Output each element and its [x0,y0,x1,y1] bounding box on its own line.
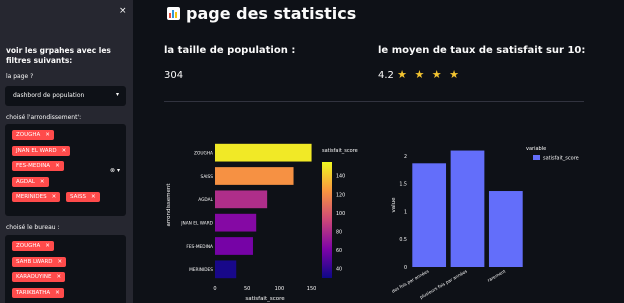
bar-chart-icon [167,7,180,20]
colorbar-tick-label: 40 [336,267,342,273]
colorbar-tick-label: 120 [336,192,345,198]
remove-icon[interactable]: ✕ [58,259,63,265]
remove-icon[interactable]: ✕ [45,243,50,249]
x-tick-label: 0 [213,286,216,292]
x-axis-label: satisfait_score [245,296,285,302]
chip-label: SAHB LWARD [16,259,53,265]
chevron-down-icon: ▾ [115,91,119,98]
remove-icon[interactable]: ✕ [91,194,96,200]
chip-arr[interactable]: FES-MEDINA ✕ [12,161,64,171]
chip-label: FES-MEDINA [16,163,51,169]
metric-satisfaction-label: le moyen de taux de satisfait sur 10: [378,45,586,56]
bar [215,260,237,279]
legend-swatch [533,155,540,160]
legend-entry: satisfait_score [543,156,579,162]
colorbar-tick-label: 100 [336,211,345,217]
page-label: la page ? [6,73,34,80]
bar [412,163,447,267]
y-axis-label: arrondissement [166,183,172,227]
x-tick-label: rarement [487,268,508,283]
metric-population-label: la taille de population : [164,45,296,56]
chip-arr[interactable]: MERINIDES ✕ [12,192,61,202]
metric-satisfaction: 4.2 ★ ★ ★ ★ [378,68,461,81]
chip-arr[interactable]: ZOUGHA ✕ [12,130,54,140]
remove-icon[interactable]: ✕ [55,290,60,296]
metric-satisfaction-value: 4.2 [378,70,394,81]
colorbar-tick-label: 60 [336,248,342,254]
x-tick-label: 150 [307,286,317,292]
colorbar-tick-label: 80 [336,229,342,235]
chip-arr[interactable]: JNAN EL WARD ✕ [12,146,71,156]
bar [215,237,253,255]
page-select[interactable]: dashbord de population ▾ [5,86,126,106]
close-icon[interactable]: × [119,6,127,16]
bureau-label: choisé le bureau : [6,224,60,231]
y-axis-label: value [391,197,397,213]
remove-icon[interactable]: ✕ [62,148,67,154]
chip-label: JNAN EL WARD [16,148,57,154]
remove-icon[interactable]: ✕ [45,132,50,138]
chip-label: MERINIDES [16,194,47,200]
chip-label: ZOUGHA [16,132,41,138]
bar [215,213,257,232]
metric-population-value: 304 [164,70,184,81]
satisfaction-by-arrondissement-chart: ZOUGHA SAISS AGDAL JNAN EL WARD FES-MEDINA ME… [166,143,358,302]
x-tick-label: 50 [244,286,250,292]
page-title: page des statistics [167,4,356,23]
y-tick-label: 0 [404,265,407,271]
bureau-multiselect[interactable]: ZOUGHA ✕ SAHB LWARD ✕ KARAOUYINE ✕ TARIKBAT… [5,235,126,303]
colorbar-title: satisfait_score [322,148,358,154]
star-rating-icon: ★ ★ ★ ★ [397,68,462,81]
sidebar: × voir les grpahes avec les filtres suiv… [0,0,133,303]
page-select-value: dashbord de population [13,92,85,99]
chip-arr[interactable]: AGDAL ✕ [12,177,49,187]
bar [215,143,312,162]
remove-icon[interactable]: ✕ [40,179,45,185]
frequency-satisfaction-chart: des fois par annéesplusieurs fois par an… [390,146,579,301]
y-tick-label: FES-MEDINA [186,244,213,250]
x-tick-label: 100 [275,286,285,292]
arrondissement-label: choisé l'arrondissement': [6,114,82,121]
y-tick-label: AGDAL [198,197,213,203]
bar [450,150,485,267]
chip-label: TARIKBATHA [16,290,51,296]
remove-icon[interactable]: ✕ [52,194,57,200]
chip-label: ZOUGHA [16,243,41,249]
page-title-text: page des statistics [186,4,357,23]
legend-title: variable [526,146,546,152]
chip-label: SAISS [70,194,86,200]
y-tick-label: SAISS [201,174,214,180]
chip-bureau[interactable]: ZOUGHA ✕ [12,241,54,251]
chip-label: AGDAL [16,179,35,185]
remove-icon[interactable]: ✕ [55,163,60,169]
chip-arr[interactable]: SAISS ✕ [66,192,100,202]
bar [215,167,294,185]
colorbar [322,162,332,278]
chip-bureau[interactable]: SAHB LWARD ✕ [12,257,67,267]
divider [164,101,584,102]
bar [488,191,523,267]
bar [215,190,268,209]
clear-chevron-icon[interactable]: ⊗ ▾ [110,167,120,174]
chip-bureau[interactable]: TARIKBATHA ✕ [12,288,64,298]
remove-icon[interactable]: ✕ [56,274,61,280]
y-tick-label: 2 [404,154,407,160]
y-tick-label: 1 [404,209,407,215]
y-tick-label: JNAN EL WARD [180,220,213,226]
y-tick-label: MERINIDES [189,267,213,273]
chip-label: KARAOUYINE [16,274,52,280]
y-tick-label: ZOUGHA [194,150,213,156]
chip-bureau[interactable]: KARAOUYINE ✕ [12,272,66,282]
sidebar-title: voir les grpahes avec les filtres suivan… [6,46,111,65]
colorbar-tick-label: 140 [336,174,345,180]
arrondissement-multiselect[interactable]: ZOUGHA ✕ JNAN EL WARD ✕ FES-MEDINA ✕ AGDAL ✕… [5,124,126,216]
x-tick-label: des fois par années [390,267,431,294]
y-tick-label: 1.5 [399,182,407,188]
y-tick-label: 0.5 [399,237,407,243]
